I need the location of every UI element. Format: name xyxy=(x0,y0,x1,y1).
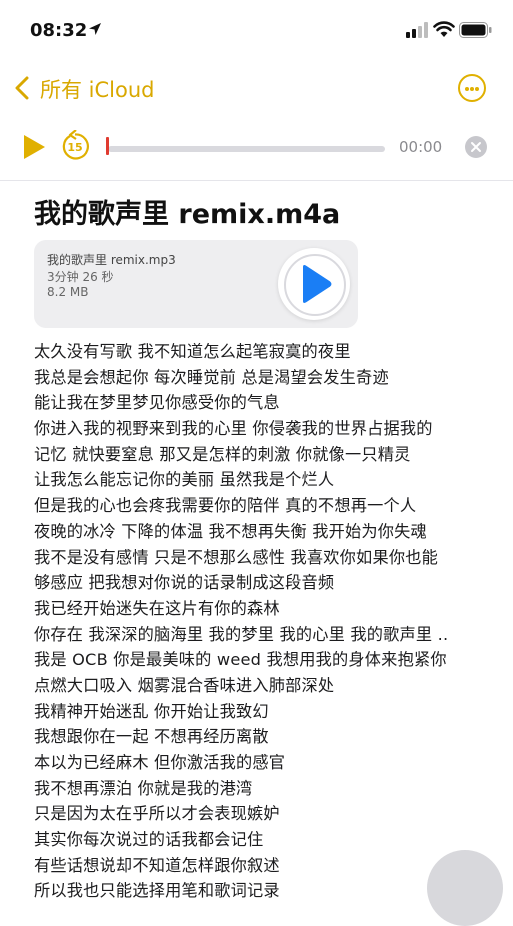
close-icon xyxy=(471,142,481,152)
note-line: 让我怎么能忘记你的美丽 虽然我是个烂人 xyxy=(34,470,335,490)
note-line: 点燃大口吸入 烟雾混合香味进入肺部深处 xyxy=(34,675,335,695)
elapsed-time: 00:00 xyxy=(399,138,443,156)
playhead[interactable] xyxy=(106,137,109,155)
note-line: 我不是没有感情 只是不想那么感性 我喜欢你如果你也能 xyxy=(34,547,438,567)
note-line: 本以为已经麻木 但你激活我的感官 xyxy=(34,753,286,772)
note-line: 太久没有写歌 我不知道怎么起笔寂寞的夜里 xyxy=(34,342,351,361)
location-arrow-icon xyxy=(89,23,101,35)
attachment-duration: 3分钟 26 秒 xyxy=(47,270,114,284)
status-time: 08:32 xyxy=(30,20,88,41)
divider xyxy=(0,180,513,181)
note-line: 其实你每次说过的话我都会记住 xyxy=(34,830,264,850)
note-line: 够感应 把我想对你说的话录制成这段音频 xyxy=(34,573,335,593)
more-button[interactable] xyxy=(458,74,486,102)
attachment-size: 8.2 MB xyxy=(47,285,89,299)
play-icon xyxy=(303,265,332,303)
note-line: 我总是会想起你 每次睡觉前 总是渴望会发生奇迹 xyxy=(34,367,389,387)
skip-back-15-icon[interactable]: 15 xyxy=(60,130,90,162)
play-icon[interactable] xyxy=(22,134,46,160)
note-title: 我的歌声里 remix.m4a xyxy=(34,199,341,230)
attachment-name: 我的歌声里 remix.mp3 xyxy=(47,253,176,267)
audio-player: 15 00:00 xyxy=(0,126,513,170)
more-icon-dot xyxy=(469,86,474,91)
wifi-icon xyxy=(433,21,455,37)
close-player-button[interactable] xyxy=(465,136,487,158)
note-line: 能让我在梦里梦见你感受你的气息 xyxy=(34,393,280,413)
note-line: 夜晚的冰冷 下降的体温 我不想再失衡 我开始为你失魂 xyxy=(34,521,427,541)
more-icon-dot xyxy=(474,86,479,91)
nav-bar: 所有 iCloud xyxy=(0,66,513,110)
note-line: 但是我的心也会疼我需要你的陪伴 真的不想再一个人 xyxy=(34,496,417,516)
note-line: 只是因为太在乎所以才会表现嫉妒 xyxy=(34,804,280,824)
floating-button[interactable] xyxy=(427,850,503,926)
attachment-play-button[interactable] xyxy=(278,248,350,320)
back-button[interactable]: 所有 iCloud xyxy=(40,74,155,104)
note-line: 我精神开始迷乱 你开始让我致幻 xyxy=(34,701,269,721)
audio-attachment[interactable]: 我的歌声里 remix.mp3 3分钟 26 秒 8.2 MB xyxy=(34,240,358,328)
svg-text:15: 15 xyxy=(67,141,82,154)
note-line: 你存在 我深深的脑海里 我的梦里 我的心里 我的歌声里 .. xyxy=(34,624,449,644)
note-line: 我已经开始迷失在这片有你的森林 xyxy=(34,598,280,618)
progress-track[interactable] xyxy=(108,146,385,152)
battery-icon xyxy=(459,22,492,38)
note-line: 你进入我的视野来到我的心里 你侵袭我的世界占据我的 xyxy=(34,419,433,439)
note-line: 记忆 就快要窒息 那又是怎样的刺激 你就像一只精灵 xyxy=(34,444,411,464)
note-line: 我不想再漂泊 你就是我的港湾 xyxy=(34,778,253,798)
note-body[interactable]: 太久没有写歌 我不知道怎么起笔寂寞的夜里我总是会想起你 每次睡觉前 总是渴望会发… xyxy=(34,339,504,904)
chevron-left-icon[interactable] xyxy=(14,76,30,100)
status-bar: 08:32 xyxy=(0,0,513,60)
signal-icon xyxy=(406,22,428,38)
more-icon xyxy=(464,86,469,91)
note-line: 我想跟你在一起 不想再经历离散 xyxy=(34,727,269,747)
note-line: 我是 OCB 你是最美味的 weed 我想用我的身体来抱紧你 xyxy=(34,650,447,670)
